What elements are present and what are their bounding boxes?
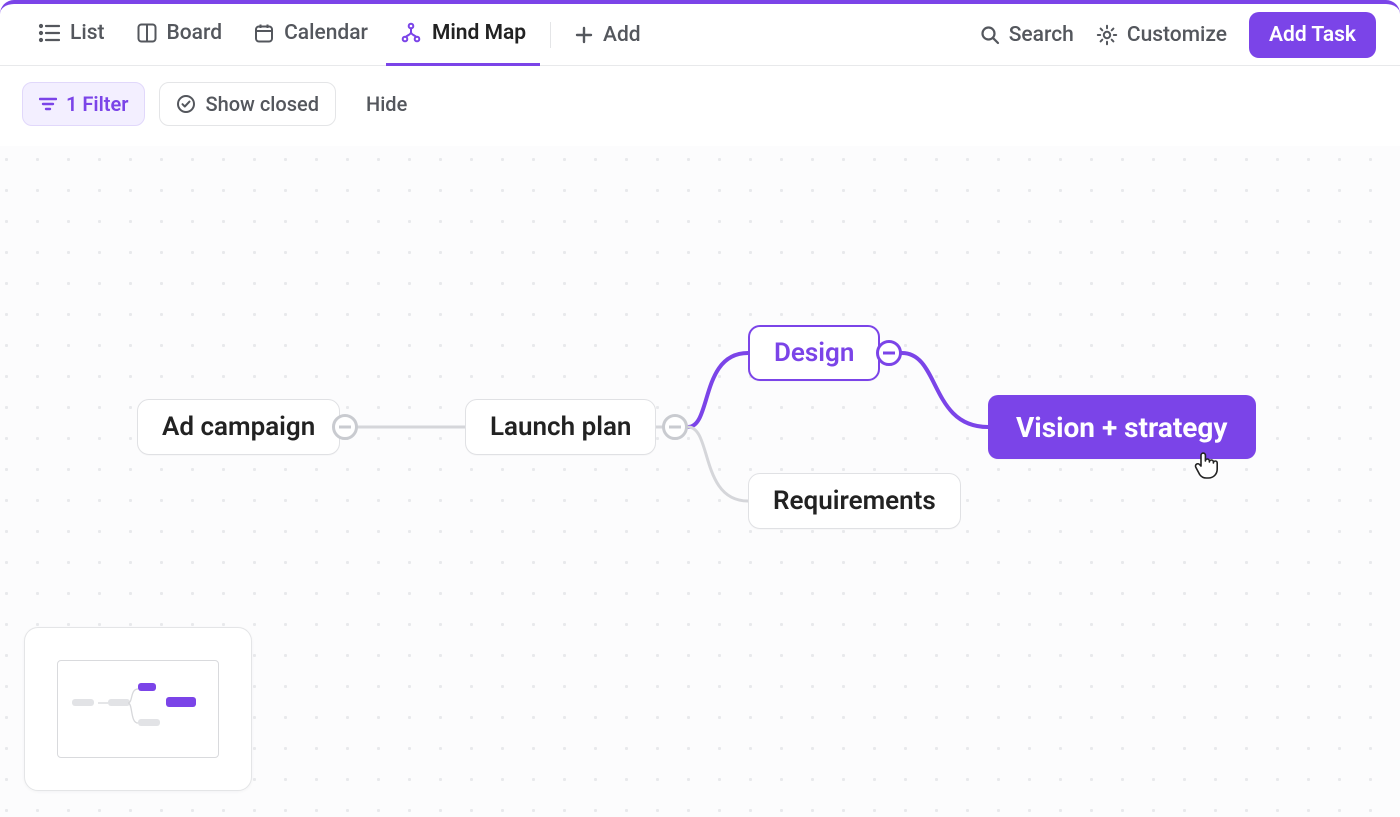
node-label: Design bbox=[774, 338, 854, 368]
minimap[interactable] bbox=[24, 627, 252, 791]
add-view-label: Add bbox=[603, 23, 641, 47]
tab-mind-map[interactable]: Mind Map bbox=[386, 4, 540, 66]
customize-button[interactable]: Customize bbox=[1096, 23, 1227, 47]
show-closed-chip[interactable]: Show closed bbox=[159, 82, 336, 126]
search-label: Search bbox=[1009, 23, 1074, 47]
mindmap-node-root[interactable]: Ad campaign bbox=[137, 399, 340, 455]
tab-label: List bbox=[70, 21, 105, 45]
tab-list[interactable]: List bbox=[24, 4, 119, 66]
minimap-node bbox=[72, 699, 94, 706]
plus-icon bbox=[575, 26, 593, 44]
mindmap-node-launch[interactable]: Launch plan bbox=[465, 399, 656, 455]
filter-chip-label: 1 Filter bbox=[66, 92, 128, 116]
list-icon bbox=[38, 23, 60, 43]
node-label: Vision + strategy bbox=[1016, 411, 1228, 444]
view-tabs: List Board Calendar bbox=[24, 4, 655, 66]
mindmap-icon bbox=[400, 22, 422, 44]
hide-label: Hide bbox=[366, 92, 407, 116]
mindmap-node-vision[interactable]: Vision + strategy bbox=[988, 395, 1256, 459]
gear-icon bbox=[1096, 24, 1118, 46]
topbar-actions: Search Customize Add Task bbox=[980, 12, 1376, 58]
mindmap-node-requirements[interactable]: Requirements bbox=[748, 473, 961, 529]
add-task-button[interactable]: Add Task bbox=[1249, 12, 1376, 58]
show-closed-label: Show closed bbox=[205, 92, 319, 116]
collapse-handle-icon[interactable] bbox=[662, 414, 688, 440]
minimap-edges bbox=[98, 687, 138, 731]
add-view-button[interactable]: Add bbox=[561, 23, 655, 47]
minimap-viewport[interactable] bbox=[57, 660, 219, 758]
tab-label: Mind Map bbox=[432, 21, 526, 45]
filter-bar: 1 Filter Show closed Hide bbox=[0, 66, 1400, 142]
search-icon bbox=[980, 25, 1000, 45]
search-button[interactable]: Search bbox=[980, 23, 1074, 47]
add-task-label: Add Task bbox=[1269, 23, 1356, 47]
filter-icon bbox=[39, 97, 57, 111]
node-label: Requirements bbox=[773, 486, 936, 516]
customize-label: Customize bbox=[1127, 23, 1227, 47]
tab-board[interactable]: Board bbox=[123, 4, 237, 66]
minimap-node bbox=[138, 683, 156, 691]
node-label: Ad campaign bbox=[162, 412, 315, 442]
calendar-icon bbox=[254, 23, 274, 43]
mindmap-node-design[interactable]: Design bbox=[748, 325, 880, 381]
view-tabs-bar: List Board Calendar bbox=[0, 4, 1400, 66]
hide-button[interactable]: Hide bbox=[350, 83, 423, 125]
check-circle-icon bbox=[176, 94, 196, 114]
tab-calendar[interactable]: Calendar bbox=[240, 4, 382, 66]
node-label: Launch plan bbox=[490, 412, 631, 442]
tab-label: Board bbox=[167, 21, 223, 45]
minimap-node bbox=[138, 719, 160, 726]
minimap-node bbox=[166, 697, 196, 707]
divider bbox=[550, 22, 551, 48]
board-icon bbox=[137, 23, 157, 43]
tab-label: Calendar bbox=[284, 21, 368, 45]
filter-chip[interactable]: 1 Filter bbox=[22, 82, 145, 126]
mindmap-canvas[interactable]: Ad campaign Launch plan Design Requireme… bbox=[0, 146, 1400, 817]
